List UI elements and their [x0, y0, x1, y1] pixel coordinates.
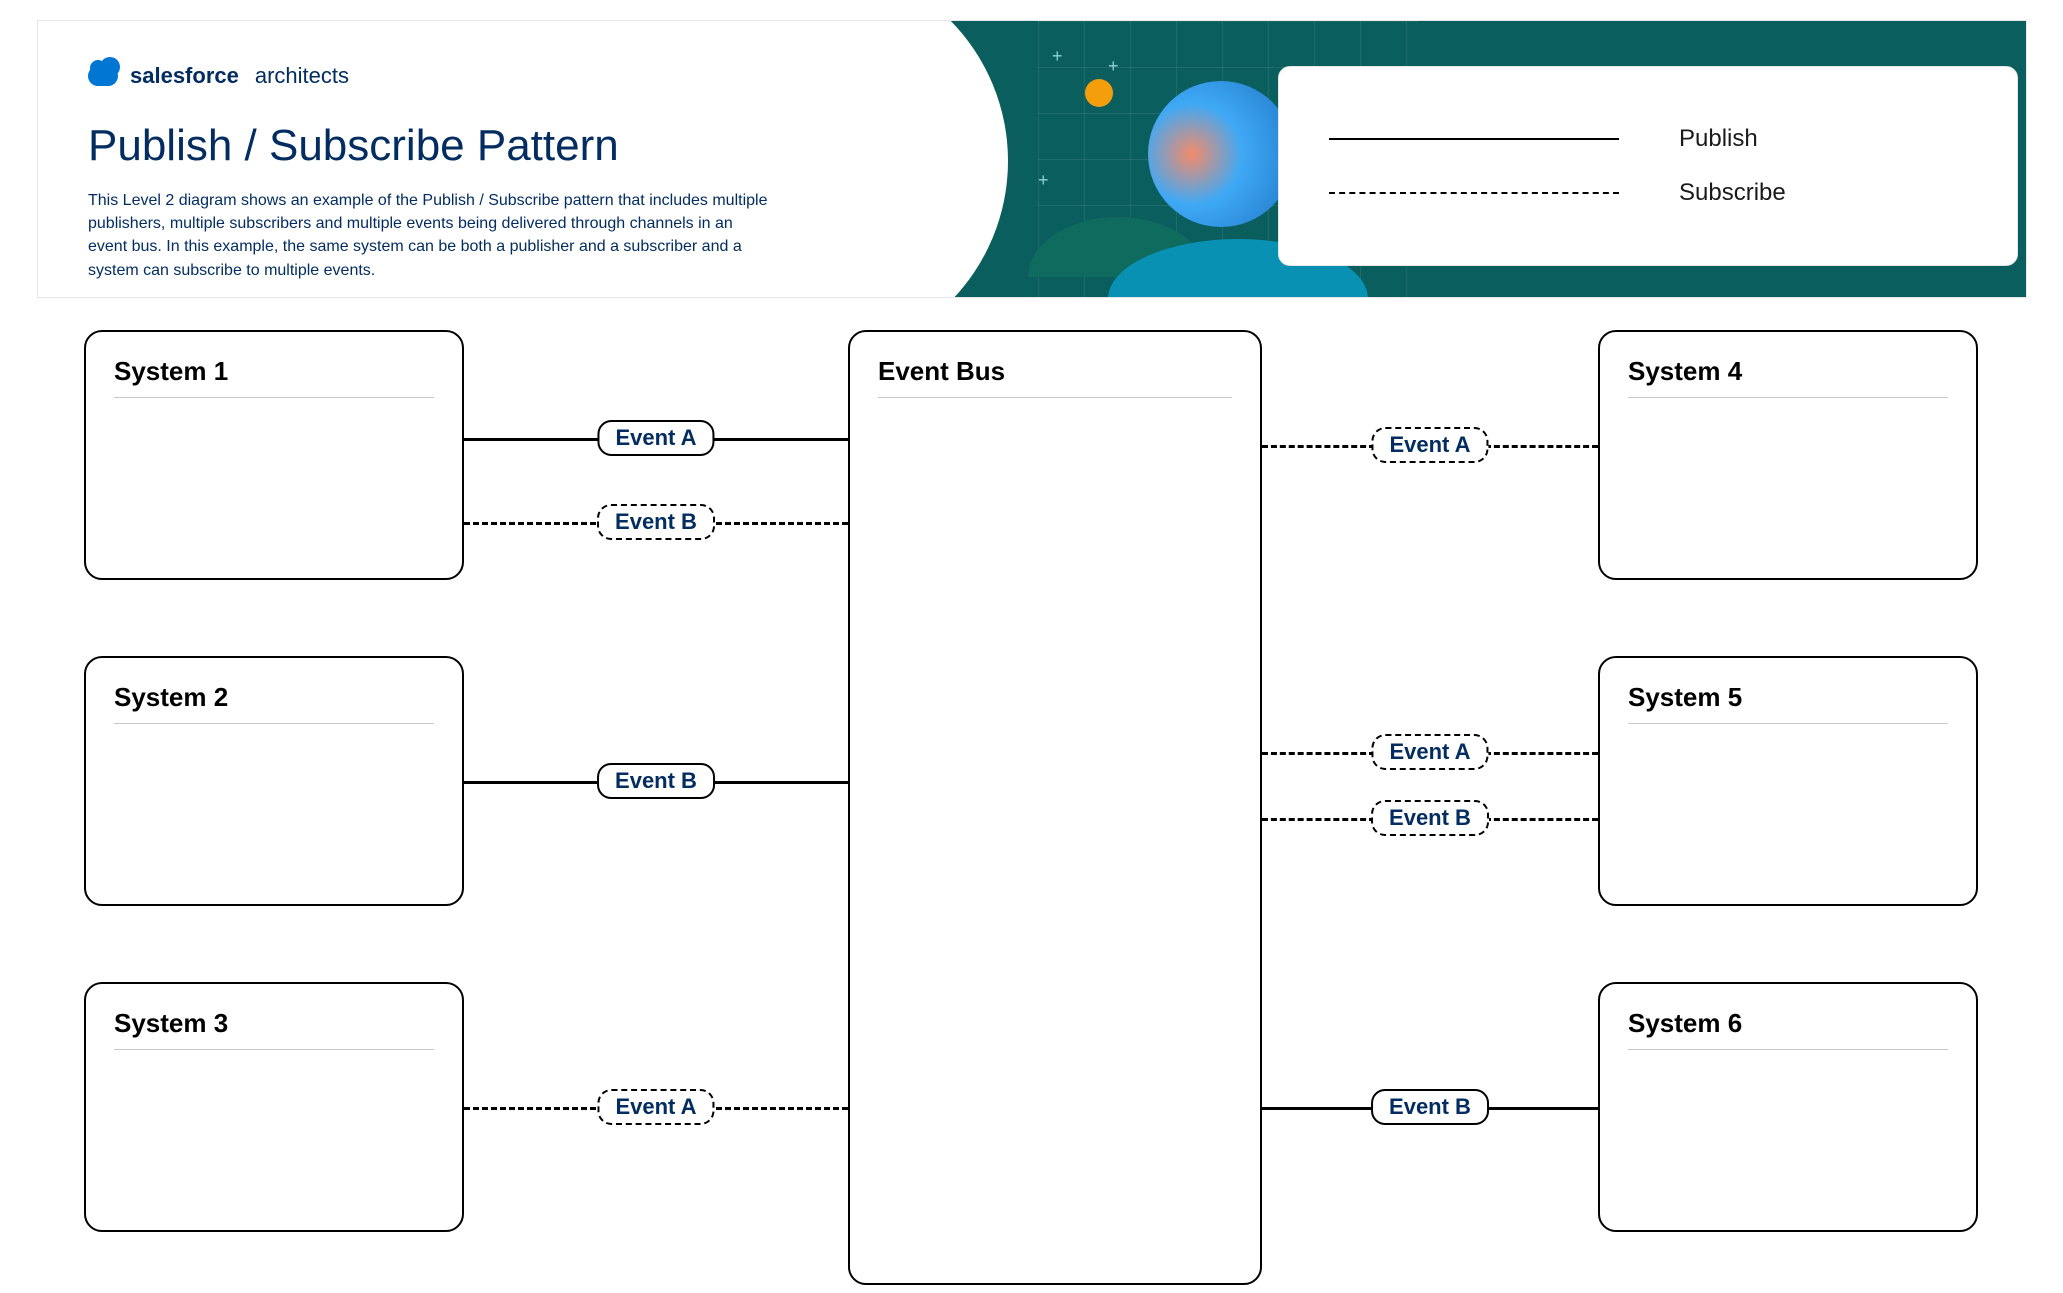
node-system-5: System 5 [1598, 656, 1978, 906]
salesforce-cloud-icon [88, 66, 118, 86]
node-system-4: System 4 [1598, 330, 1978, 580]
star-icon: + [1038, 171, 1049, 189]
event-chip: Event A [597, 420, 714, 456]
legend-publish-line [1329, 138, 1619, 140]
node-title: System 6 [1628, 1008, 1948, 1050]
page: + + + salesforce architects Publish / Su… [0, 0, 2063, 1293]
node-system-2: System 2 [84, 656, 464, 906]
node-title: Event Bus [878, 356, 1232, 398]
node-title: System 2 [114, 682, 434, 724]
event-chip: Event B [1371, 1089, 1489, 1125]
legend-subscribe-label: Subscribe [1679, 179, 1786, 207]
brand-name: salesforce [130, 63, 239, 89]
legend-subscribe-row: Subscribe [1329, 179, 1967, 207]
event-chip: Event B [597, 504, 715, 540]
legend-publish-label: Publish [1679, 125, 1758, 153]
star-icon: + [1108, 57, 1119, 75]
sun-icon [1085, 79, 1113, 107]
node-title: System 3 [114, 1008, 434, 1050]
event-chip: Event A [1371, 427, 1488, 463]
node-system-3: System 3 [84, 982, 464, 1232]
page-title: Publish / Subscribe Pattern [88, 121, 619, 171]
page-description: This Level 2 diagram shows an example of… [88, 189, 768, 282]
star-icon: + [1052, 47, 1063, 65]
legend-subscribe-line [1329, 192, 1619, 194]
event-chip: Event B [1371, 800, 1489, 836]
node-title: System 5 [1628, 682, 1948, 724]
event-chip: Event B [597, 763, 715, 799]
planet-icon [1148, 81, 1294, 227]
legend-publish-row: Publish [1329, 125, 1967, 153]
header: + + + salesforce architects Publish / Su… [37, 20, 2027, 298]
node-title: System 4 [1628, 356, 1948, 398]
node-system-6: System 6 [1598, 982, 1978, 1232]
node-title: System 1 [114, 356, 434, 398]
event-chip: Event A [597, 1089, 714, 1125]
node-system-1: System 1 [84, 330, 464, 580]
event-chip: Event A [1371, 734, 1488, 770]
brand-sub: architects [255, 63, 349, 89]
brand: salesforce architects [88, 63, 349, 89]
legend: Publish Subscribe [1278, 66, 2018, 266]
node-event-bus: Event Bus [848, 330, 1262, 1285]
